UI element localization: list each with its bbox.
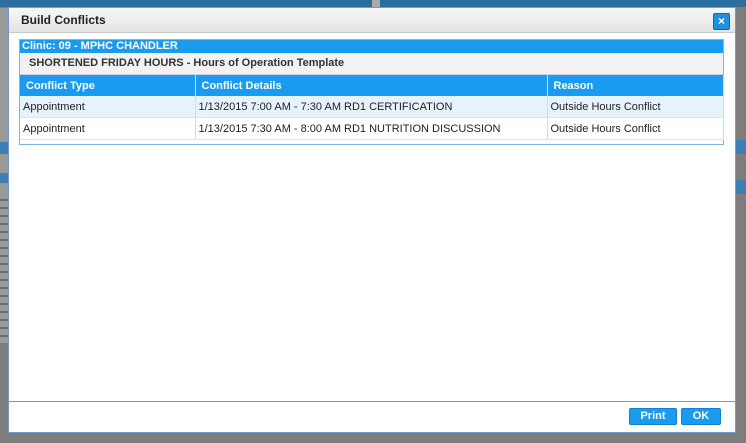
print-button[interactable]: Print [629,408,677,425]
background-top-bar [0,0,746,7]
table-row[interactable]: Appointment 1/13/2015 7:00 AM - 7:30 AM … [20,96,724,118]
column-header-conflict-details[interactable]: Conflict Details [195,75,548,96]
build-conflicts-dialog: Build Conflicts × Clinic: 09 - MPHC CHAN… [8,7,736,433]
cell-conflict-details: 1/13/2015 7:00 AM - 7:30 AM RD1 CERTIFIC… [195,96,548,118]
cell-conflict-type: Appointment [20,96,196,118]
conflicts-table: Conflict Type Conflict Details Reason Ap… [20,75,724,140]
column-header-conflict-type[interactable]: Conflict Type [20,75,196,96]
cell-conflict-details: 1/13/2015 7:30 AM - 8:00 AM RD1 NUTRITIO… [195,117,548,140]
close-icon[interactable]: × [713,13,730,30]
table-header-row: Conflict Type Conflict Details Reason [20,75,724,96]
dialog-titlebar: Build Conflicts × [9,8,735,33]
cell-conflict-type: Appointment [20,117,196,140]
template-header: SHORTENED FRIDAY HOURS - Hours of Operat… [20,53,723,75]
ok-button[interactable]: OK [681,408,721,425]
table-row[interactable]: Appointment 1/13/2015 7:30 AM - 8:00 AM … [20,117,724,140]
conflicts-panel: Clinic: 09 - MPHC CHANDLER SHORTENED FRI… [19,39,724,145]
cell-reason: Outside Hours Conflict [547,117,724,140]
column-header-reason[interactable]: Reason [547,75,724,96]
footer-divider [9,401,735,402]
dialog-title: Build Conflicts [21,13,106,27]
cell-reason: Outside Hours Conflict [547,96,724,118]
clinic-header: Clinic: 09 - MPHC CHANDLER [20,40,723,53]
